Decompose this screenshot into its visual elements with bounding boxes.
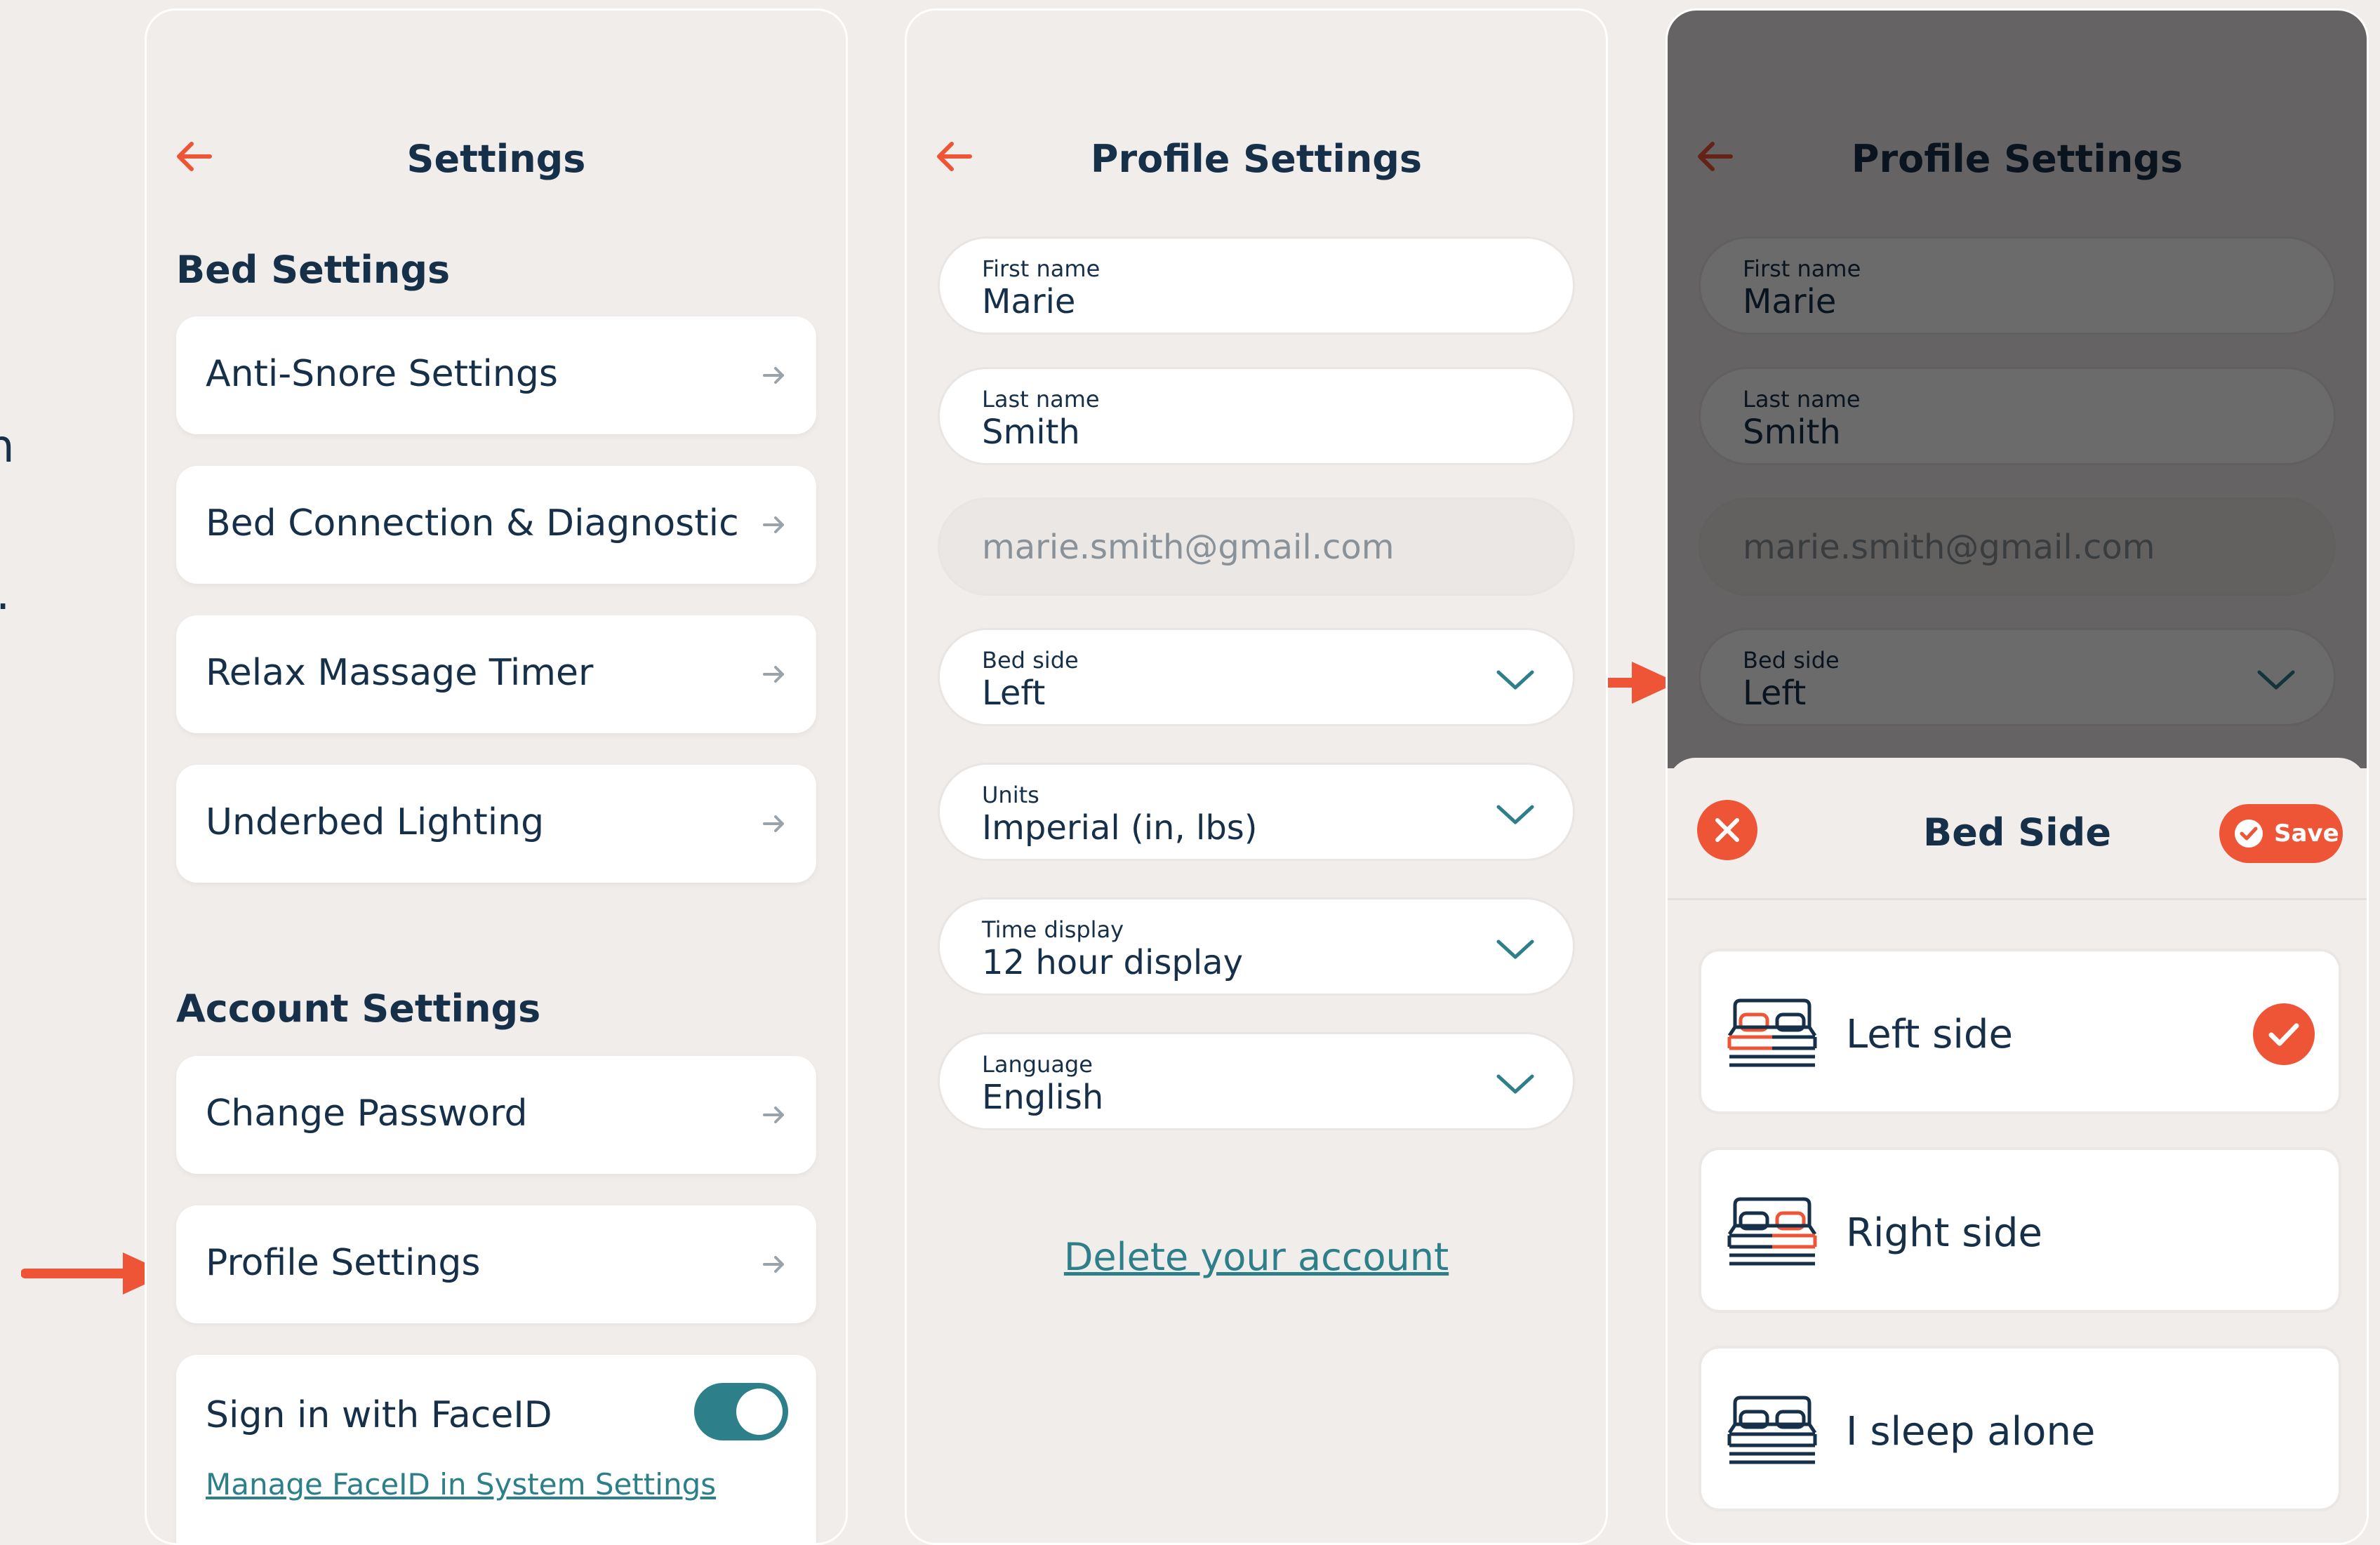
arrow-right-icon: [763, 666, 784, 683]
bed-sleep-alone-icon: [1727, 1396, 1817, 1464]
arrow-right-icon: [763, 516, 784, 533]
bed-left-side-icon: [1727, 998, 1817, 1067]
clipped-text-1: n: [0, 421, 15, 473]
arrow-right-icon: [763, 367, 784, 384]
chevron-down-icon: [1496, 1074, 1534, 1094]
menu-item-underbed-lighting[interactable]: Underbed Lighting: [176, 765, 816, 883]
option-label: Right side: [1846, 1210, 2042, 1256]
field-label: Language: [982, 1051, 1093, 1078]
option-sleep-alone[interactable]: I sleep alone: [1698, 1346, 2341, 1511]
faceid-card: Sign in with FaceID Manage FaceID in Sys…: [176, 1355, 816, 1543]
arrow-right-icon: [763, 815, 784, 832]
option-label: Left side: [1846, 1012, 2013, 1057]
menu-item-label: Profile Settings: [206, 1242, 481, 1284]
menu-item-label: Relax Massage Timer: [206, 652, 594, 694]
email-value: marie.smith@gmail.com: [982, 528, 1395, 567]
language-dropdown[interactable]: Language English: [938, 1032, 1575, 1130]
page-title: Settings: [406, 137, 586, 181]
field-label: Last name: [982, 386, 1100, 413]
modal-overlay[interactable]: [1668, 11, 2367, 768]
field-value: Smith: [982, 413, 1080, 452]
menu-item-bed-connection[interactable]: Bed Connection & Diagnostic: [176, 466, 816, 584]
section-heading-account-settings: Account Settings: [176, 986, 541, 1031]
menu-item-label: Bed Connection & Diagnostic: [206, 502, 739, 544]
clipped-text-2: .: [0, 568, 10, 620]
option-right-side[interactable]: Right side: [1698, 1147, 2341, 1313]
bed-right-side-icon: [1727, 1197, 1817, 1266]
profile-settings-screen: Profile Settings First name Marie Last n…: [905, 8, 1608, 1545]
sheet-header: Bed Side Save: [1668, 758, 2367, 900]
bed-side-sheet-screen: Profile Settings First name Marie Last n…: [1666, 8, 2369, 1545]
toggle-knob: [736, 1389, 783, 1435]
chevron-down-icon: [1496, 939, 1534, 959]
menu-item-change-password[interactable]: Change Password: [176, 1056, 816, 1174]
page-title: Profile Settings: [1090, 137, 1423, 181]
time-display-dropdown[interactable]: Time display 12 hour display: [938, 897, 1575, 996]
field-value: Imperial (in, lbs): [982, 808, 1258, 848]
delete-account-link[interactable]: Delete your account: [907, 1235, 1606, 1279]
field-label: Time display: [982, 916, 1124, 943]
save-button[interactable]: Save: [2219, 804, 2343, 863]
menu-item-label: Underbed Lighting: [206, 801, 545, 843]
arrow-right-icon: [763, 1256, 784, 1273]
chevron-down-icon: [1496, 805, 1534, 824]
option-label: I sleep alone: [1846, 1409, 2096, 1454]
field-label: Units: [982, 782, 1039, 808]
field-value: English: [982, 1078, 1104, 1117]
check-circle-icon: [2235, 820, 2263, 848]
field-label: First name: [982, 255, 1101, 282]
bed-side-dropdown[interactable]: Bed side Left: [938, 628, 1575, 726]
menu-item-anti-snore[interactable]: Anti-Snore Settings: [176, 316, 816, 434]
last-name-field[interactable]: Last name Smith: [938, 367, 1575, 465]
units-dropdown[interactable]: Units Imperial (in, lbs): [938, 763, 1575, 861]
faceid-label: Sign in with FaceID: [206, 1394, 552, 1436]
field-value: 12 hour display: [982, 943, 1243, 982]
menu-item-label: Change Password: [206, 1092, 528, 1135]
menu-item-label: Anti-Snore Settings: [206, 353, 558, 395]
manage-faceid-link[interactable]: Manage FaceID in System Settings: [206, 1467, 716, 1501]
selected-check-icon: [2253, 1003, 2315, 1065]
field-value: Marie: [982, 282, 1076, 321]
chevron-down-icon: [1496, 670, 1534, 690]
save-label: Save: [2274, 820, 2339, 848]
email-field: marie.smith@gmail.com: [938, 497, 1575, 596]
settings-screen: Settings Bed Settings Anti-Snore Setting…: [145, 8, 848, 1545]
field-value: Left: [982, 674, 1046, 713]
arrow-right-icon: [763, 1106, 784, 1123]
section-heading-bed-settings: Bed Settings: [176, 248, 451, 292]
bed-side-bottom-sheet: Bed Side Save Left side Right side I sle…: [1668, 758, 2367, 1543]
option-left-side[interactable]: Left side: [1698, 949, 2341, 1114]
menu-item-relax-massage-timer[interactable]: Relax Massage Timer: [176, 615, 816, 733]
first-name-field[interactable]: First name Marie: [938, 236, 1575, 335]
faceid-toggle[interactable]: [694, 1383, 788, 1440]
menu-item-profile-settings[interactable]: Profile Settings: [176, 1205, 816, 1323]
field-label: Bed side: [982, 647, 1079, 674]
